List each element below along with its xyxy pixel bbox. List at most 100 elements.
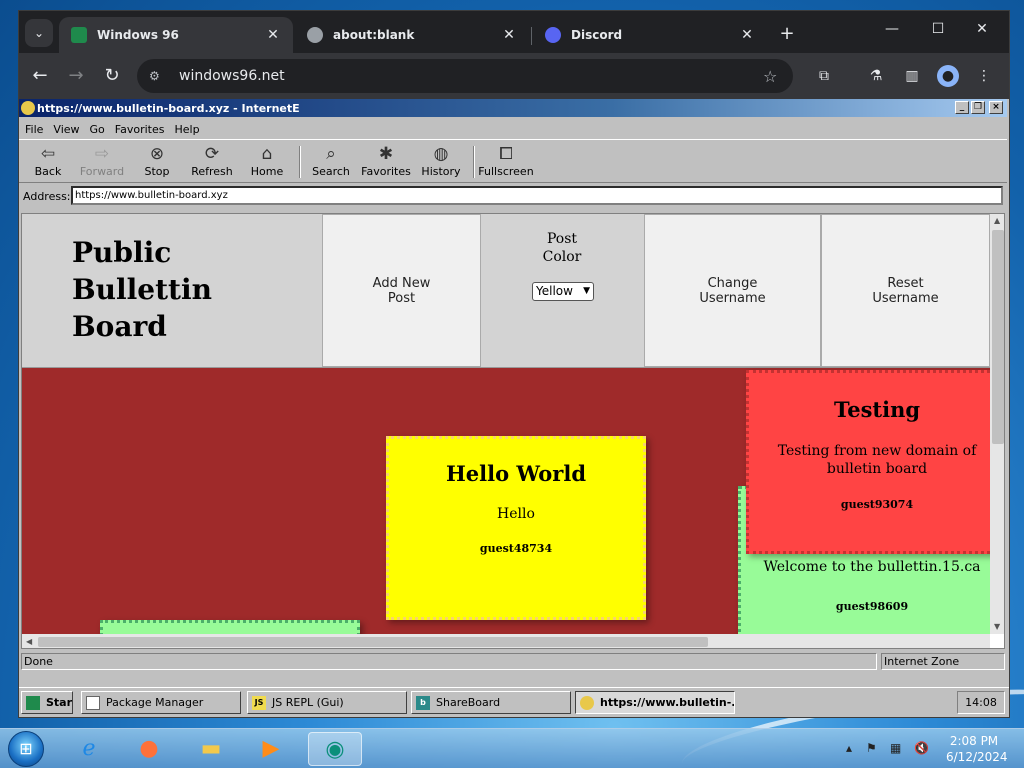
ie-close-icon[interactable]: × [989,101,1003,114]
bookmark-star-icon[interactable]: ☆ [763,67,793,86]
post-note[interactable]: Hello World Hello guest48734 [386,436,646,620]
start-orb-icon[interactable]: ⊞ [8,731,44,767]
scroll-thumb[interactable] [992,230,1004,444]
volume-muted-icon[interactable]: 🔇 [914,741,929,755]
action-center-flag-icon[interactable]: ⚑ [866,741,877,755]
w96-start-button[interactable]: Start [21,691,73,714]
forward-arrow-icon[interactable]: → [65,65,87,87]
windows96-logo-icon [26,695,40,710]
ie-address-bar: Address: https://www.bulletin-board.xyz [19,184,1007,208]
network-icon[interactable]: ▦ [890,741,901,755]
ie-restore-icon[interactable]: ❐ [971,101,985,114]
minimize-icon[interactable]: — [877,21,907,37]
reset-username-button[interactable]: Reset Username [821,214,990,367]
reload-icon[interactable]: ↻ [101,65,123,87]
home-icon: ⌂ [261,144,273,164]
internet-explorer-window: https://www.bulletin-board.xyz - Interne… [19,99,1007,687]
favorites-button[interactable]: ✱ Favorites [359,143,413,181]
menu-go[interactable]: Go [90,123,105,136]
tab-about-blank[interactable]: about:blank ✕ [295,17,529,53]
forward-button[interactable]: ⇨ Forward [75,143,129,181]
address-bar[interactable]: ⚙ windows96.net ☆ [137,59,793,93]
taskbar-item-internet-explorer[interactable]: https://www.bulletin-... [575,691,735,714]
title-line: Public [72,236,172,269]
menu-file[interactable]: File [25,123,43,136]
profile-avatar-icon[interactable]: ● [937,65,959,87]
back-button[interactable]: ⇦ Back [21,143,75,181]
scroll-down-icon[interactable]: ▼ [994,622,1000,631]
fullscreen-button[interactable]: ⧠ Fullscreen [478,143,534,181]
maximize-icon[interactable]: ☐ [923,21,953,37]
back-arrow-icon: ⇦ [40,144,56,164]
back-arrow-icon[interactable]: ← [29,65,51,87]
horizontal-scrollbar[interactable]: ◀ [22,634,990,648]
site-info-icon[interactable]: ⚙ [149,69,167,83]
taskbar-item-label: ShareBoard [436,696,501,709]
ie-status-bar: Done Internet Zone [19,651,1007,671]
post-color-text: Color [542,249,582,265]
post-note[interactable] [100,620,360,634]
stop-button[interactable]: ⊗ Stop [130,143,184,181]
firefox-icon[interactable]: ● [122,732,176,766]
clock-time: 2:08 PM [949,734,999,748]
internet-explorer-icon[interactable]: ℯ [62,732,116,766]
media-player-icon[interactable]: ▶ [244,732,298,766]
post-note[interactable]: Testing Testing from new domain of bulle… [746,370,990,554]
add-new-post-button[interactable]: Add New Post [322,214,481,367]
chrome-window: ⌄ Windows 96 ✕ about:blank ✕ Discord ✕ +… [18,10,1010,718]
post-color-select[interactable]: Yellow ▼ [532,282,594,301]
taskbar-item-js-repl[interactable]: JS JS REPL (Gui) [247,691,407,714]
change-username-label: Username [699,290,766,306]
shareboard-icon: b [416,695,430,710]
status-text: Done [21,653,877,670]
taskbar-item-label: JS REPL (Gui) [272,696,344,709]
reset-username-label: Reset [887,275,924,291]
tab-search-button[interactable]: ⌄ [25,19,53,47]
tab-close-icon[interactable]: ✕ [739,27,755,43]
extensions-icon[interactable]: ⧉ [813,65,835,87]
title-line: Board [72,310,167,343]
tab-windows96[interactable]: Windows 96 ✕ [59,17,293,53]
system-clock[interactable]: 2:08 PM 6/12/2024 [946,733,1008,765]
labs-flask-icon[interactable]: ⚗ [865,65,887,87]
refresh-button[interactable]: ⟳ Refresh [185,143,239,181]
scroll-up-icon[interactable]: ▲ [994,216,1000,225]
file-explorer-icon[interactable]: ▬ [184,732,238,766]
scroll-left-icon[interactable]: ◀ [26,637,32,646]
w96-taskbar: Start Package Manager JS JS REPL (Gui) b… [19,687,1009,717]
taskbar-item-package-manager[interactable]: Package Manager [81,691,241,714]
history-button[interactable]: ◍ History [414,143,468,181]
change-username-button[interactable]: Change Username [644,214,821,367]
windows96-favicon-icon [71,27,87,43]
favorites-folder-icon: ✱ [378,144,394,164]
home-button[interactable]: ⌂ Home [240,143,294,181]
note-body: Testing from new domain of bulletin boar… [777,443,977,477]
post-color-value: Yellow [536,284,573,298]
menu-view[interactable]: View [53,123,79,136]
ie-minimize-icon[interactable]: _ [955,101,969,114]
menu-help[interactable]: Help [175,123,200,136]
tab-close-icon[interactable]: ✕ [501,27,517,43]
note-body: Hello [497,506,535,522]
taskbar-item-shareboard[interactable]: b ShareBoard [411,691,571,714]
tab-close-icon[interactable]: ✕ [265,27,281,43]
bulletin-board-page: Public Bullettin Board Add New Post Post [22,214,990,634]
package-icon [86,695,100,710]
vertical-scrollbar[interactable]: ▲ ▼ [990,214,1004,634]
address-input[interactable]: https://www.bulletin-board.xyz [71,186,1003,205]
new-tab-icon[interactable]: + [777,23,797,44]
favorites-label: Favorites [361,165,411,178]
tab-title: Windows 96 [97,28,179,42]
start-label: Start [46,696,73,709]
edge-icon[interactable]: ◉ [308,732,362,766]
close-window-icon[interactable]: ✕ [967,21,997,37]
menu-favorites[interactable]: Favorites [115,123,165,136]
fullscreen-label: Fullscreen [478,165,534,178]
menu-kebab-icon[interactable]: ⋮ [973,65,995,87]
search-button[interactable]: ⌕ Search [304,143,358,181]
scroll-thumb[interactable] [38,637,708,647]
tab-discord[interactable]: Discord ✕ [533,17,767,53]
side-panel-icon[interactable]: ▥ [901,65,923,87]
show-hidden-icons[interactable]: ▴ [846,741,852,755]
toolbar-separator [299,146,301,178]
